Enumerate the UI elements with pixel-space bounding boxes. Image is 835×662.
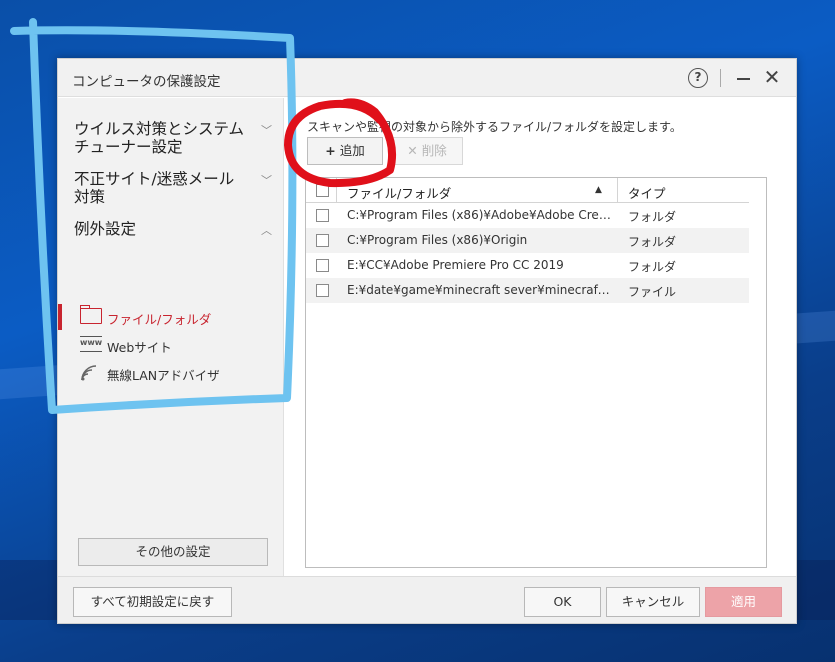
main-panel: スキャンや監視の対象から除外するファイル/フォルダを設定します。 + 追加 ✕ 削除… [285,98,796,576]
row-type: フォルダ [628,210,677,224]
sidebar-section-web-spam[interactable]: 不正サイト/迷惑メール 対策 ﹀ [74,170,274,206]
help-button[interactable]: ? [688,68,708,88]
cancel-button[interactable]: キャンセル [606,587,700,617]
sort-ascending-icon: ▲ [595,185,602,195]
dialog-footer: すべて初期設定に戻す OK キャンセル 適用 [58,576,796,623]
chevron-up-icon: ︿ [261,224,272,237]
sidebar-section-exceptions[interactable]: 例外設定 ︿ [74,220,274,238]
delete-button[interactable]: ✕ 削除 [391,137,463,165]
minimize-button[interactable] [734,66,754,88]
sidebar-section-antivirus-line1: ウイルス対策とシステム [74,120,245,138]
chevron-down-icon: ﹀ [261,174,272,187]
reset-defaults-button[interactable]: すべて初期設定に戻す [73,587,232,617]
select-all-checkbox[interactable] [316,184,329,197]
sidebar: ウイルス対策とシステム チューナー設定 ﹀ 不正サイト/迷惑メール 対策 ﹀ 例… [58,98,284,576]
column-header-file-folder[interactable]: ファイル/フォルダ [347,183,451,202]
sidebar-section-web-spam-line2: 対策 [74,188,106,206]
table-row[interactable]: E:¥CC¥Adobe Premiere Pro CC 2019 フォルダ [306,253,749,278]
title-bar: コンピュータの保護設定 ? ✕ [58,59,796,97]
exclusion-table: ファイル/フォルダ ▲ タイプ C:¥Program Files (x86)¥A… [305,177,767,568]
row-type: ファイル [628,285,677,299]
exclusion-description: スキャンや監視の対象から除外するファイル/フォルダを設定します。 [307,120,682,134]
ok-button[interactable]: OK [524,587,601,617]
close-button[interactable]: ✕ [762,65,782,89]
sidebar-item-wifi-advisor[interactable]: 無線LANアドバイザ [58,360,284,386]
folder-icon [79,305,102,324]
row-checkbox[interactable] [316,234,329,247]
plus-icon: + [325,143,336,158]
row-checkbox[interactable] [316,209,329,222]
delete-button-label: 削除 [421,143,447,158]
row-path: E:¥CC¥Adobe Premiere Pro CC 2019 [347,258,564,272]
sidebar-item-label: 無線LANアドバイザ [107,368,220,383]
sidebar-item-files-folders[interactable]: ファイル/フォルダ [58,304,284,330]
table-row[interactable]: C:¥Program Files (x86)¥Adobe¥Adobe Creat… [306,203,749,228]
row-type: フォルダ [628,235,677,249]
row-type: フォルダ [628,260,677,274]
sidebar-item-label: Webサイト [107,340,172,355]
column-separator [617,178,618,203]
column-header-type[interactable]: タイプ [628,183,666,202]
sidebar-section-exceptions-label: 例外設定 [74,220,137,238]
sidebar-section-antivirus[interactable]: ウイルス対策とシステム チューナー設定 ﹀ [74,120,274,156]
row-path: C:¥Program Files (x86)¥Origin [347,233,528,247]
add-button-label: 追加 [339,143,365,158]
window-title: コンピュータの保護設定 [72,74,221,90]
row-path: C:¥Program Files (x86)¥Adobe¥Adobe Creat… [347,208,612,222]
table-header: ファイル/フォルダ ▲ タイプ [306,178,749,203]
delete-x-icon: ✕ [407,143,418,158]
wifi-icon [80,364,102,381]
apply-button[interactable]: 適用 [705,587,782,617]
protection-settings-window: コンピュータの保護設定 ? ✕ ウイルス対策とシステム チューナー設定 ﹀ 不正… [57,58,797,624]
table-row[interactable]: C:¥Program Files (x86)¥Origin フォルダ [306,228,749,253]
add-button[interactable]: + 追加 [307,137,383,165]
sidebar-section-web-spam-line1: 不正サイト/迷惑メール [74,170,235,188]
column-separator [336,178,337,203]
other-settings-button[interactable]: その他の設定 [78,538,268,566]
sidebar-item-label: ファイル/フォルダ [107,312,212,327]
sidebar-item-websites[interactable]: www Webサイト [58,332,284,358]
row-checkbox[interactable] [316,259,329,272]
table-row[interactable]: E:¥date¥game¥minecraft sever¥minecraft_s… [306,278,749,303]
sidebar-section-antivirus-line2: チューナー設定 [74,138,183,156]
title-separator [720,69,721,87]
chevron-down-icon: ﹀ [261,124,272,137]
row-checkbox[interactable] [316,284,329,297]
row-path: E:¥date¥game¥minecraft sever¥minecraft_s… [347,283,612,297]
www-icon: www [80,336,102,352]
